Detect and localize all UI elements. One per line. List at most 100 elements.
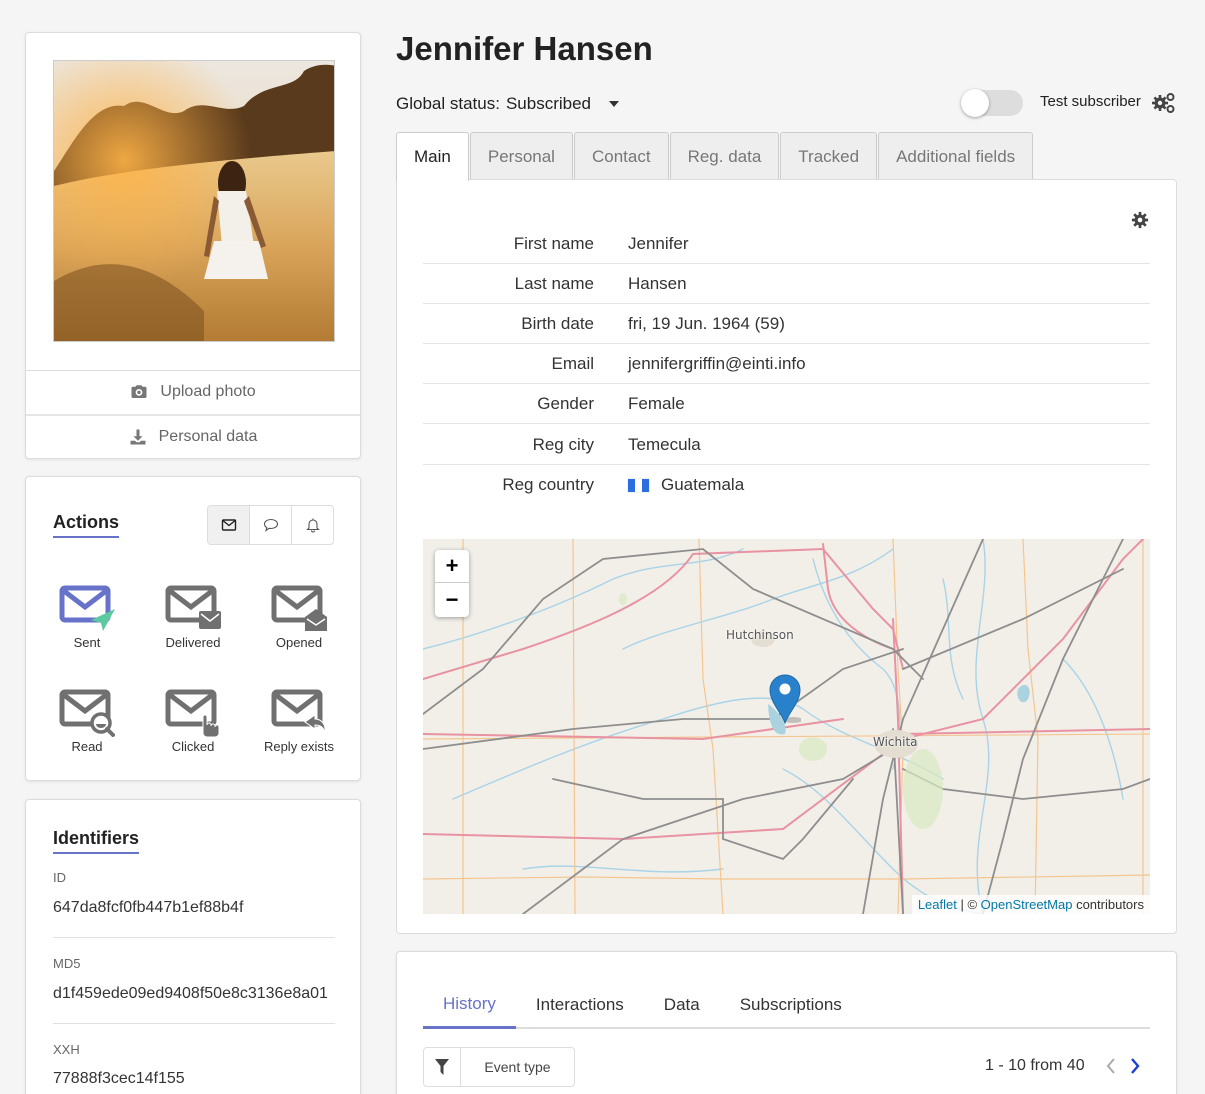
field-value: jennifergriffin@einti.info (628, 353, 806, 373)
opened-envelope-icon (271, 585, 327, 631)
tab-personal[interactable]: Personal (469, 132, 573, 180)
tab-interactions[interactable]: Interactions (516, 982, 644, 1027)
identifier-xxh-value: 77888f3cec14f155 (53, 1070, 185, 1087)
toggle-knob (961, 89, 989, 117)
field-last-name: Last name Hansen (423, 264, 1150, 304)
location-map[interactable]: Hutchinson Wichita + − Leaflet | © OpenS… (423, 539, 1150, 914)
read-envelope-icon (59, 689, 115, 737)
action-delivered[interactable]: Delivered (148, 585, 238, 650)
field-label: Email (551, 353, 594, 373)
map-tiles (423, 539, 1150, 914)
delivered-envelope-icon (165, 585, 221, 629)
leaflet-link[interactable]: Leaflet (918, 897, 957, 912)
chevron-left-icon[interactable] (1103, 1056, 1119, 1076)
action-sent-label: Sent (73, 635, 101, 650)
test-subscriber-toggle[interactable] (961, 89, 1023, 117)
map-marker-icon[interactable] (769, 674, 801, 724)
map-zoom-control: + − (435, 550, 469, 617)
personal-data-download-button[interactable]: Personal data (26, 414, 360, 457)
tab-additional-fields[interactable]: Additional fields (878, 132, 1034, 180)
action-reply-exists[interactable]: Reply exists (254, 689, 344, 754)
map-zoom-out-button[interactable]: − (435, 583, 469, 616)
field-first-name: First name Jennifer (423, 224, 1150, 264)
field-birth-date: Birth date fri, 19 Jun. 1964 (59) (423, 304, 1150, 344)
tab-tracked[interactable]: Tracked (780, 132, 878, 180)
map-label-wichita: Wichita (873, 735, 918, 749)
upload-photo-button[interactable]: Upload photo (26, 370, 360, 413)
chat-bubble-icon (263, 518, 278, 532)
sent-envelope-icon (59, 585, 115, 631)
tab-contact[interactable]: Contact (573, 132, 669, 180)
attribution-separator: | © (956, 897, 981, 912)
identifier-md5-label: MD5 (53, 956, 81, 971)
openstreetmap-link[interactable]: OpenStreetMap (981, 897, 1073, 912)
event-type-filter[interactable]: Event type (423, 1047, 575, 1087)
caret-down-icon (609, 101, 620, 107)
personal-data-label: Personal data (158, 427, 258, 445)
global-status-dropdown[interactable]: Global status: Subscribed (396, 94, 620, 114)
history-panel: History Interactions Data Subscriptions … (396, 951, 1177, 1094)
tab-data[interactable]: Data (644, 982, 720, 1027)
event-type-label: Event type (484, 1059, 551, 1075)
field-value: Temecula (628, 434, 701, 454)
identifier-xxh-label: XXH (53, 1042, 80, 1057)
page-title: Jennifer Hansen (396, 30, 653, 67)
field-label: First name (513, 233, 594, 253)
field-value-text: Guatemala (661, 475, 745, 494)
identifier-md5-value: d1f459ede09ed9408f50e8c3136e8a01 (53, 985, 328, 1002)
channel-email-button[interactable] (208, 506, 249, 544)
actions-card: Actions Sent Delivered Opened Read Click… (25, 476, 361, 781)
identifiers-card: Identifiers ID 647da8fcf0fb447b1ef88b4f … (25, 799, 361, 1094)
tab-main[interactable]: Main (396, 132, 469, 181)
pagination-info: 1 - 10 from 40 (985, 1057, 1085, 1074)
gears-settings-icon[interactable] (1151, 92, 1175, 114)
map-attribution: Leaflet | © OpenStreetMap contributors (911, 895, 1150, 914)
action-read[interactable]: Read (42, 689, 132, 754)
actions-title: Actions (53, 512, 120, 538)
field-value: Jennifer (628, 233, 689, 253)
identifier-id-value: 647da8fcf0fb447b1ef88b4f (53, 899, 244, 916)
channel-switcher (207, 505, 334, 545)
field-reg-country: Reg country Guatemala (423, 465, 1150, 505)
action-opened-label: Opened (275, 635, 323, 650)
field-value: fri, 19 Jun. 1964 (59) (628, 313, 785, 333)
field-label: Reg city (532, 434, 594, 454)
download-icon (130, 429, 146, 444)
filter-funnel-icon (435, 1059, 449, 1075)
profile-tabs: Main Personal Contact Reg. data Tracked … (396, 132, 1034, 181)
history-tabs: History Interactions Data Subscriptions (423, 982, 1150, 1029)
action-opened[interactable]: Opened (254, 585, 344, 650)
map-label-hutchinson: Hutchinson (726, 628, 794, 642)
guatemala-flag-icon (628, 478, 649, 492)
chevron-right-icon[interactable] (1127, 1056, 1143, 1076)
action-delivered-label: Delivered (165, 635, 221, 650)
field-value: Hansen (628, 273, 687, 293)
tab-history[interactable]: History (423, 982, 516, 1029)
test-subscriber-label: Test subscriber (1040, 93, 1141, 110)
field-reg-city: Reg city Temecula (423, 425, 1150, 465)
filter-icon-box (424, 1048, 461, 1086)
identifier-divider (53, 1023, 335, 1024)
action-sent[interactable]: Sent (42, 585, 132, 650)
channel-chat-button[interactable] (249, 506, 291, 544)
action-clicked-label: Clicked (171, 739, 215, 754)
action-reply-exists-label: Reply exists (263, 739, 335, 754)
field-label: Last name (514, 273, 594, 293)
global-status-value: Subscribed (505, 94, 592, 113)
upload-photo-label: Upload photo (160, 383, 256, 400)
tab-reg-data[interactable]: Reg. data (669, 132, 780, 180)
tab-subscriptions[interactable]: Subscriptions (720, 982, 862, 1027)
reply-envelope-icon (271, 689, 326, 734)
field-label: Reg country (502, 475, 594, 494)
profile-photo-card: Upload photo Personal data (25, 32, 361, 459)
map-zoom-in-button[interactable]: + (435, 550, 469, 583)
profile-photo (53, 60, 335, 342)
global-status-label: Global status: (396, 94, 500, 113)
channel-notification-button[interactable] (291, 506, 333, 544)
action-read-label: Read (71, 739, 103, 754)
profile-photo-image (54, 61, 334, 341)
action-clicked[interactable]: Clicked (148, 689, 238, 754)
field-label: Birth date (521, 313, 594, 333)
attribution-suffix: contributors (1072, 897, 1144, 912)
identifiers-title: Identifiers (53, 828, 140, 854)
